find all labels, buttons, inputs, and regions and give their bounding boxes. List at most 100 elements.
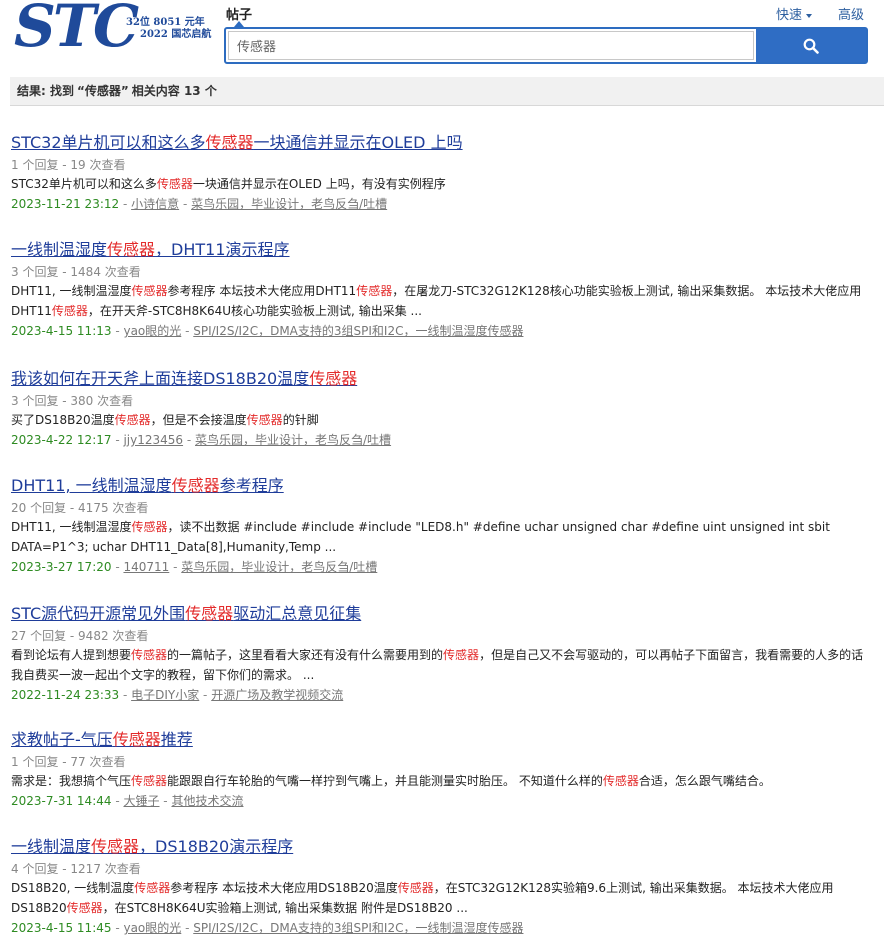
text-segment: ，但是不会接温度: [150, 413, 247, 427]
result-date: 2023-3-27 17:20: [11, 560, 112, 574]
result-item: 求教帖子-气压传感器推荐 1 个回复 - 77 次查看 需求是：我想搞个气压传感器能…: [11, 730, 871, 810]
result-date: 2022-11-24 23:33: [11, 688, 120, 702]
result-footer: 2023-11-21 23:12 - 小诗信意 - 菜鸟乐园，毕业设计，老鸟反刍…: [11, 195, 871, 213]
separator: -: [111, 921, 124, 935]
search-button[interactable]: [756, 29, 866, 62]
keyword-highlight: 传感器: [66, 901, 103, 915]
separator: -: [199, 688, 212, 702]
text-segment: DHT11, 一线制温湿度: [11, 520, 132, 534]
text-segment: STC32单片机可以和这么多: [11, 177, 157, 191]
result-category-link[interactable]: 开源广场及教学视频交流: [211, 688, 343, 702]
text-segment: 参考程序 本坛技术大佬应用DHT11: [167, 284, 357, 298]
result-stats: 27 个回复 - 9482 次查看: [11, 629, 149, 643]
result-category-link[interactable]: SPI/I2S/I2C，DMA支持的3组SPI和I2C，一线制温湿度传感器: [193, 921, 523, 935]
result-item: DHT11, 一线制温湿度传感器参考程序 20 个回复 - 4175 次查看 DHT…: [11, 476, 871, 576]
advanced-search-link[interactable]: 高级: [838, 4, 864, 23]
keyword-highlight: 传感器: [131, 774, 168, 788]
keyword-highlight: 传感器: [134, 881, 171, 895]
logo-text: STC: [14, 0, 139, 60]
result-category-link[interactable]: 其他技术交流: [171, 794, 243, 808]
logo-tagline-2: 2022 国芯启航: [140, 29, 212, 40]
text-segment: 合适，怎么跟气嘴结合。: [638, 774, 771, 788]
text-segment: 求教帖子-气压: [11, 730, 113, 749]
result-snippet: 看到论坛有人提到想要传感器的一篇帖子，这里看看大家还有没有什么需要用到的传感器，…: [11, 645, 871, 685]
result-date: 2023-4-22 12:17: [11, 433, 112, 447]
result-date: 2023-4-15 11:45: [11, 921, 112, 935]
text-segment: 的针脚: [282, 413, 319, 427]
keyword-highlight: 传感器: [309, 369, 358, 388]
result-author-link[interactable]: 小诗信意: [131, 197, 179, 211]
keyword-highlight: 传感器: [91, 837, 140, 856]
separator: -: [179, 197, 192, 211]
result-title-link[interactable]: DHT11, 一线制温湿度传感器参考程序: [11, 476, 871, 496]
result-footer: 2023-4-22 12:17 - jjy123456 - 菜鸟乐园，毕业设计，…: [11, 431, 871, 449]
text-segment: 买了DS18B20温度: [11, 413, 115, 427]
result-title-link[interactable]: 我该如何在开天斧上面连接DS18B20温度传感器: [11, 369, 871, 389]
keyword-highlight: 传感器: [156, 177, 193, 191]
result-title-link[interactable]: 求教帖子-气压传感器推荐: [11, 730, 871, 750]
result-author-link[interactable]: yao眼的光: [123, 921, 181, 935]
result-author-link[interactable]: 电子DIY小家: [131, 688, 199, 702]
separator: -: [169, 560, 182, 574]
search-input[interactable]: [228, 31, 754, 60]
result-category-link[interactable]: 菜鸟乐园，毕业设计，老鸟反刍/吐槽: [181, 560, 377, 574]
separator: -: [111, 560, 124, 574]
separator: -: [181, 921, 194, 935]
result-stats: 3 个回复 - 1484 次查看: [11, 265, 141, 279]
text-segment: 的一篇帖子，这里看看大家还有没有什么需要用到的: [167, 648, 444, 662]
text-segment: 驱动汇总意见征集: [233, 604, 362, 623]
result-snippet: DHT11, 一线制温湿度传感器参考程序 本坛技术大佬应用DHT11传感器，在屠…: [11, 281, 871, 321]
keyword-highlight: 传感器: [107, 240, 156, 259]
result-title-link[interactable]: 一线制温度传感器，DS18B20演示程序: [11, 837, 871, 857]
result-footer: 2023-3-27 17:20 - 140711 - 菜鸟乐园，毕业设计，老鸟反…: [11, 558, 871, 576]
result-stats: 20 个回复 - 4175 次查看: [11, 501, 149, 515]
result-category-link[interactable]: 菜鸟乐园，毕业设计，老鸟反刍/吐槽: [191, 197, 387, 211]
result-title-link[interactable]: STC源代码开源常见外围传感器驱动汇总意见征集: [11, 604, 871, 624]
text-segment: ，在STC8H8K64U实验箱上测试, 输出采集数据 附件是DS18B20 ..…: [102, 901, 468, 915]
separator: -: [159, 794, 172, 808]
result-title-link[interactable]: STC32单片机可以和这么多传感器一块通信并显示在OLED 上吗: [11, 133, 871, 153]
result-author-link[interactable]: 大锤子: [123, 794, 159, 808]
result-author-link[interactable]: jjy123456: [123, 433, 183, 447]
result-date: 2023-11-21 23:12: [11, 197, 120, 211]
keyword-highlight: 传感器: [171, 476, 220, 495]
header: STC 32位 8051 元年 2022 国芯启航 帖子 快速 高级: [0, 0, 884, 70]
text-segment: 推荐: [160, 730, 193, 749]
keyword-highlight: 传感器: [246, 413, 283, 427]
keyword-highlight: 传感器: [397, 881, 434, 895]
text-segment: 能跟跟自行车轮胎的气嘴一样拧到气嘴上，并且能测量实时胎压。 不知道什么样的: [167, 774, 603, 788]
result-title-link[interactable]: 一线制温湿度传感器，DHT11演示程序: [11, 240, 871, 260]
text-segment: 一线制温度: [11, 837, 92, 856]
separator: -: [111, 794, 124, 808]
text-segment: DHT11, 一线制温湿度: [11, 284, 132, 298]
text-segment: 参考程序: [219, 476, 284, 495]
logo[interactable]: STC 32位 8051 元年 2022 国芯启航: [14, 0, 211, 60]
keyword-highlight: 传感器: [131, 520, 168, 534]
keyword-highlight: 传感器: [356, 284, 393, 298]
result-summary: 结果: 找到 “传感器” 相关内容 13 个: [10, 77, 884, 106]
text-segment: 我该如何在开天斧上面连接DS18B20温度: [11, 369, 310, 388]
text-segment: 一线制温湿度: [11, 240, 108, 259]
text-segment: DS18B20, 一线制温度: [11, 881, 135, 895]
result-item: 我该如何在开天斧上面连接DS18B20温度传感器 3 个回复 - 380 次查看买…: [11, 369, 871, 449]
result-stats: 3 个回复 - 380 次查看: [11, 394, 134, 408]
separator: -: [119, 688, 132, 702]
quick-search-menu[interactable]: 快速: [776, 4, 813, 23]
separator: -: [119, 197, 132, 211]
result-author-link[interactable]: 140711: [123, 560, 169, 574]
result-stats: 1 个回复 - 77 次查看: [11, 755, 126, 769]
keyword-highlight: 传感器: [112, 730, 161, 749]
result-category-link[interactable]: 菜鸟乐园，毕业设计，老鸟反刍/吐槽: [195, 433, 391, 447]
result-summary-keyword: “传感器”: [76, 84, 129, 98]
search-box: [224, 27, 868, 64]
keyword-highlight: 传感器: [443, 648, 480, 662]
result-snippet: 买了DS18B20温度传感器，但是不会接温度传感器的针脚: [11, 410, 871, 430]
text-segment: STC32单片机可以和这么多: [11, 133, 206, 152]
result-footer: 2023-4-15 11:13 - yao眼的光 - SPI/I2S/I2C，D…: [11, 322, 871, 340]
result-category-link[interactable]: SPI/I2S/I2C，DMA支持的3组SPI和I2C，一线制温湿度传感器: [193, 324, 523, 338]
search-icon: [803, 38, 819, 54]
result-snippet: 需求是：我想搞个气压传感器能跟跟自行车轮胎的气嘴一样拧到气嘴上，并且能测量实时胎…: [11, 771, 871, 791]
keyword-highlight: 传感器: [185, 604, 234, 623]
result-item: STC源代码开源常见外围传感器驱动汇总意见征集 27 个回复 - 9482 次查看…: [11, 604, 871, 704]
result-author-link[interactable]: yao眼的光: [123, 324, 181, 338]
